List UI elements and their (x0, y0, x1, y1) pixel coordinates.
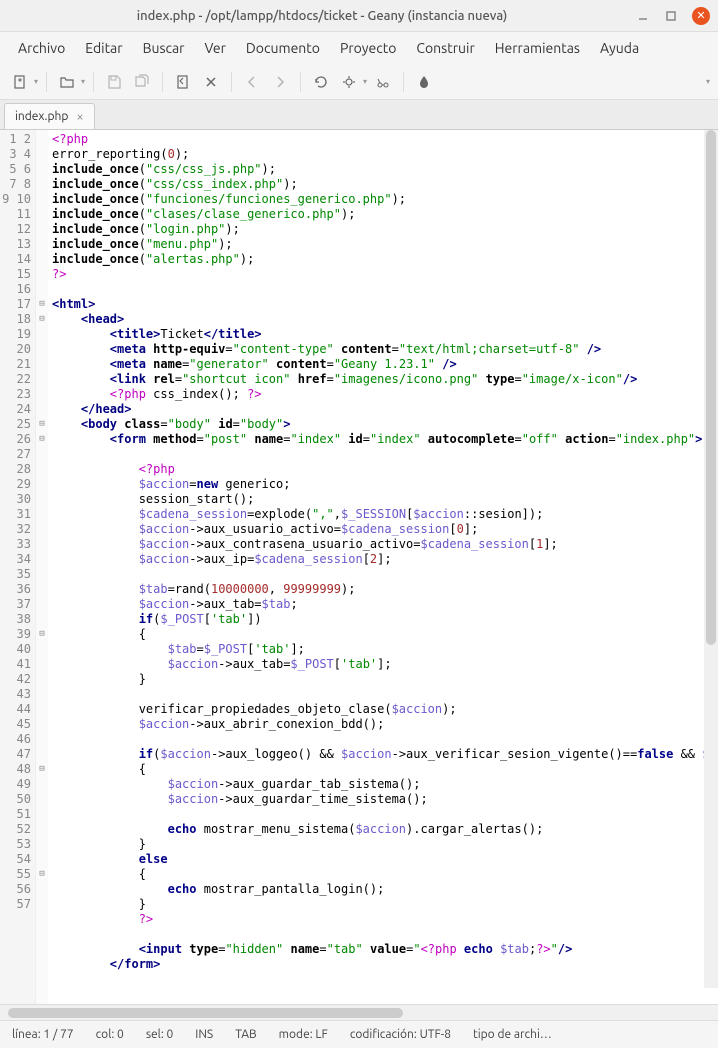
horizontal-scrollbar[interactable] (0, 1004, 718, 1020)
maximize-button[interactable] (664, 9, 678, 23)
status-tab: TAB (235, 1028, 256, 1041)
titlebar: index.php - /opt/lampp/htdocs/ticket - G… (0, 0, 718, 32)
file-tab[interactable]: index.php × (4, 103, 95, 129)
color-icon[interactable] (412, 70, 436, 94)
toolbar-separator (300, 72, 301, 92)
minimize-button[interactable] (636, 9, 650, 23)
toolbar-separator (46, 72, 47, 92)
save-all-icon[interactable] (130, 70, 154, 94)
menubar: Archivo Editar Buscar Ver Documento Proy… (0, 32, 718, 64)
statusbar: línea: 1 / 77 col: 0 sel: 0 INS TAB mode… (0, 1020, 718, 1048)
menu-ayuda[interactable]: Ayuda (592, 36, 647, 60)
dropdown-icon[interactable]: ▾ (81, 77, 85, 86)
menu-buscar[interactable]: Buscar (135, 36, 193, 60)
tab-close-icon[interactable]: × (76, 110, 83, 124)
toolbar-separator (162, 72, 163, 92)
status-sel: sel: 0 (146, 1028, 173, 1041)
vertical-scrollbar-thumb[interactable] (706, 130, 716, 645)
close-file-icon[interactable] (199, 70, 223, 94)
revert-icon[interactable] (171, 70, 195, 94)
save-icon[interactable] (102, 70, 126, 94)
menu-documento[interactable]: Documento (238, 36, 328, 60)
menu-herramientas[interactable]: Herramientas (487, 36, 588, 60)
window-title: index.php - /opt/lampp/htdocs/ticket - G… (8, 9, 636, 23)
status-encoding: codificación: UTF-8 (350, 1028, 451, 1041)
line-number-gutter: 1 2 3 4 5 6 7 8 9 10 11 12 13 14 15 16 1… (0, 130, 36, 1004)
tabbar: index.php × (0, 100, 718, 130)
status-mode: mode: LF (279, 1028, 328, 1041)
dropdown-icon[interactable]: ▾ (34, 77, 38, 86)
menu-archivo[interactable]: Archivo (10, 36, 73, 60)
status-filetype: tipo de archi… (473, 1028, 552, 1041)
dropdown-icon[interactable]: ▾ (363, 77, 367, 86)
menu-construir[interactable]: Construir (408, 36, 482, 60)
menu-ver[interactable]: Ver (197, 36, 234, 60)
vertical-scrollbar[interactable] (704, 130, 718, 988)
editor: 1 2 3 4 5 6 7 8 9 10 11 12 13 14 15 16 1… (0, 130, 718, 1004)
toolbar-separator (403, 72, 404, 92)
window-controls: ✕ (636, 7, 710, 25)
compile-icon[interactable] (309, 70, 333, 94)
toolbar-separator (231, 72, 232, 92)
open-file-icon[interactable] (55, 70, 79, 94)
status-line: línea: 1 / 77 (12, 1028, 74, 1041)
run-icon[interactable] (371, 70, 395, 94)
nav-forward-icon[interactable] (268, 70, 292, 94)
status-col: col: 0 (96, 1028, 124, 1041)
close-button[interactable]: ✕ (692, 7, 710, 25)
nav-back-icon[interactable] (240, 70, 264, 94)
horizontal-scrollbar-thumb[interactable] (8, 1008, 403, 1018)
menu-proyecto[interactable]: Proyecto (332, 36, 404, 60)
new-file-icon[interactable] (8, 70, 32, 94)
menu-editar[interactable]: Editar (77, 36, 130, 60)
build-icon[interactable] (337, 70, 361, 94)
toolbar: ▾ ▾ ▾ ▾ (0, 64, 718, 100)
tab-label: index.php (15, 110, 68, 123)
fold-column[interactable]: ⊟⊟⊟⊟⊟⊟⊟ (36, 130, 48, 1004)
dropdown-icon[interactable]: ▾ (706, 77, 710, 86)
toolbar-separator (93, 72, 94, 92)
status-ins: INS (195, 1028, 213, 1041)
code-area[interactable]: <?phperror_reporting(0);include_once("cs… (48, 130, 718, 1004)
